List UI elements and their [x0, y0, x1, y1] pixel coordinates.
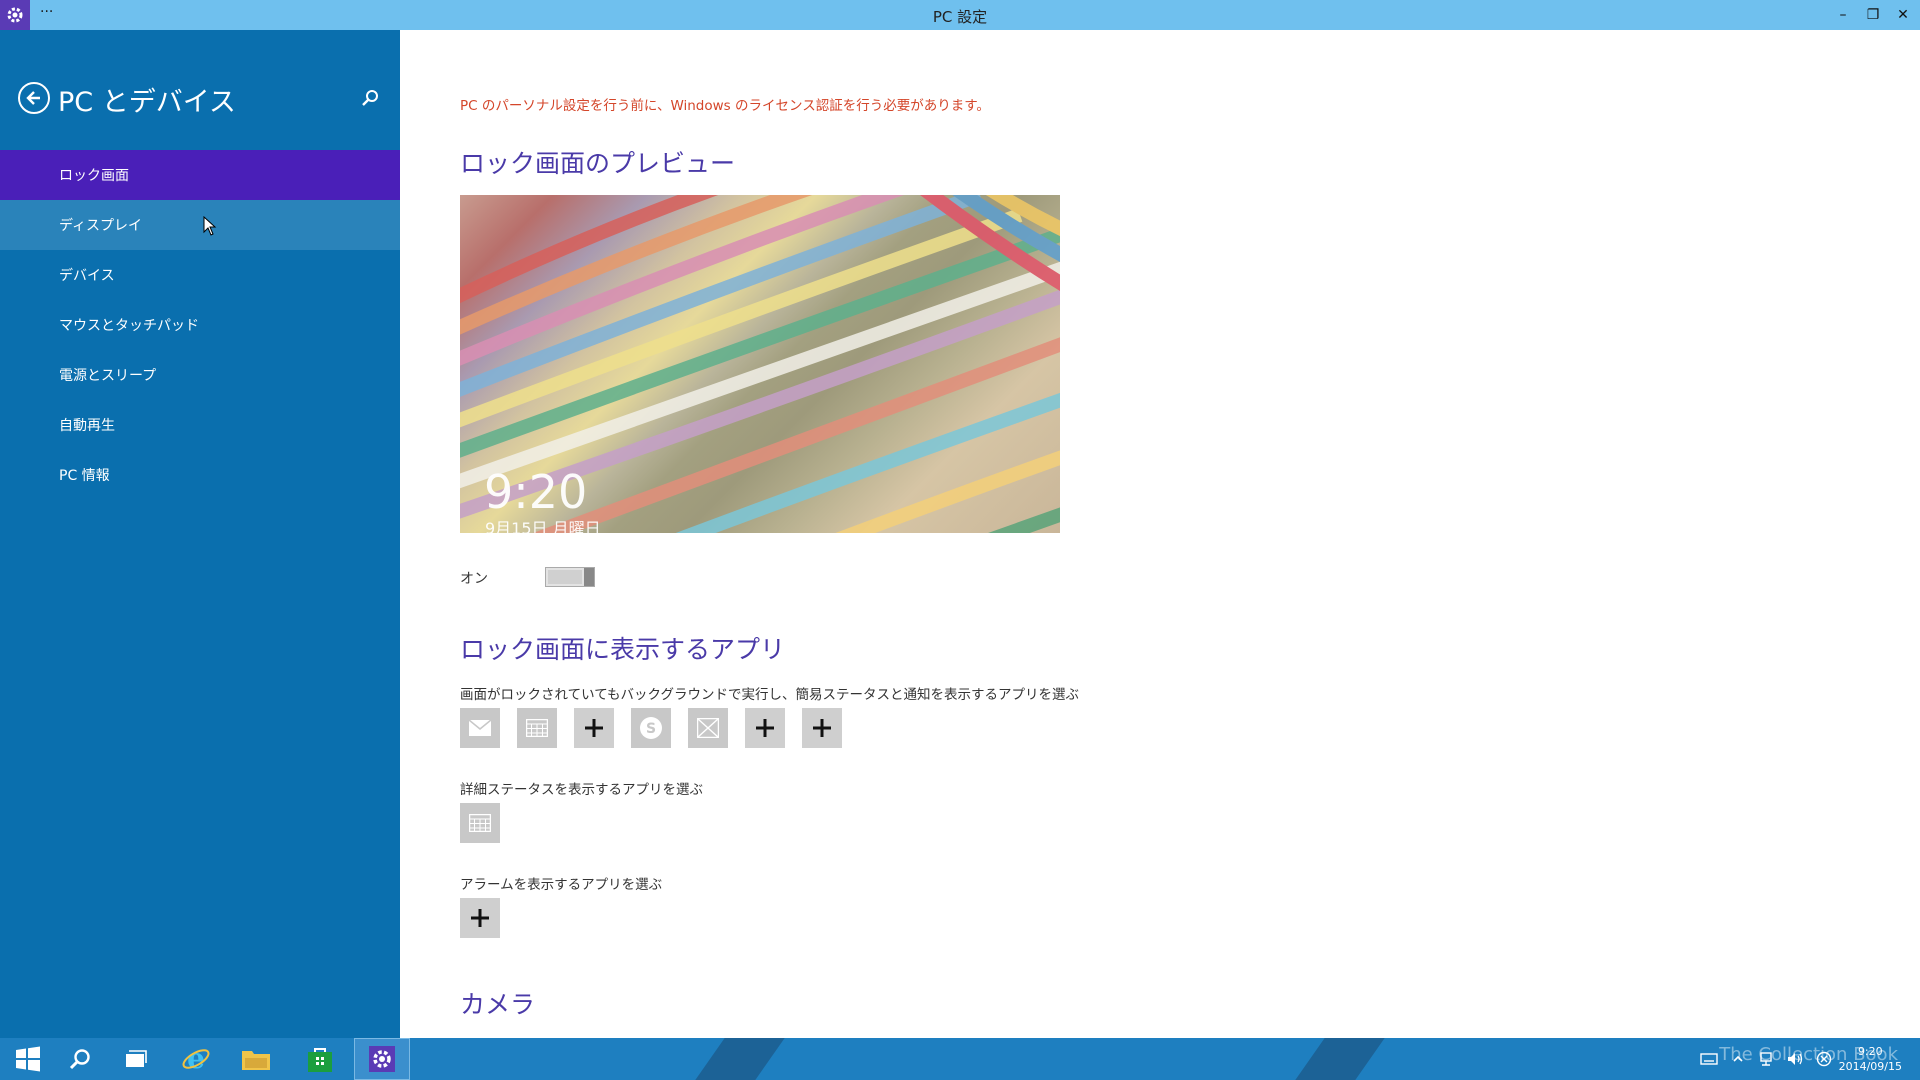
- start-button[interactable]: [0, 1038, 56, 1080]
- windows-logo-icon: [16, 1046, 40, 1072]
- sidebar-title: PC とデバイス: [58, 87, 236, 118]
- quick-app-slot-mail[interactable]: [460, 708, 500, 748]
- svg-text:e: e: [187, 1044, 205, 1074]
- system-tray: [1700, 1038, 1832, 1080]
- detailed-status-description: 詳細ステータスを表示するアプリを選ぶ: [460, 782, 703, 798]
- back-arrow-icon: [26, 91, 40, 105]
- alarm-app-slot-add[interactable]: [460, 898, 500, 938]
- sidebar-item-power-sleep[interactable]: 電源とスリープ: [0, 350, 400, 400]
- lock-screen-toggle[interactable]: [545, 567, 595, 587]
- taskbar-decoration: [695, 1038, 785, 1080]
- sidebar-item-autoplay[interactable]: 自動再生: [0, 400, 400, 450]
- plus-icon: [813, 719, 831, 737]
- quick-app-slot-add[interactable]: [745, 708, 785, 748]
- detailed-status-apps: [460, 803, 500, 843]
- sidebar-header: PC とデバイス: [0, 30, 400, 150]
- calendar-icon: [469, 814, 491, 832]
- taskbar-file-explorer[interactable]: [228, 1038, 284, 1080]
- task-view-button[interactable]: [108, 1038, 164, 1080]
- sidebar-item-label: PC 情報: [59, 468, 110, 484]
- clock-time: 9:20: [1857, 1045, 1883, 1058]
- sidebar-item-label: マウスとタッチパッド: [59, 318, 199, 334]
- settings-gear-icon: [369, 1046, 395, 1072]
- sidebar-item-mouse-touchpad[interactable]: マウスとタッチパッド: [0, 300, 400, 350]
- camera-heading: カメラ: [460, 990, 536, 1019]
- toggle-fill: [548, 570, 582, 584]
- taskbar-store[interactable]: [292, 1038, 348, 1080]
- sidebar-item-devices[interactable]: デバイス: [0, 250, 400, 300]
- slideshow-toggle-label: オン: [460, 571, 488, 587]
- action-center-icon[interactable]: [1816, 1051, 1832, 1067]
- preview-heading: ロック画面のプレビュー: [460, 149, 736, 178]
- clock-date: 2014/09/15: [1838, 1060, 1902, 1073]
- plus-icon: [585, 719, 603, 737]
- quick-app-slot-xbox[interactable]: [688, 708, 728, 748]
- close-button[interactable]: ✕: [1888, 0, 1918, 30]
- sidebar-item-label: ロック画面: [59, 168, 129, 184]
- calendar-icon: [526, 719, 548, 737]
- title-bar: ··· PC 設定 – ❐ ✕: [0, 0, 1920, 30]
- quick-status-apps: S: [460, 708, 842, 748]
- preview-time: 9:20: [484, 465, 588, 519]
- sidebar-item-pc-info[interactable]: PC 情報: [0, 450, 400, 500]
- lock-screen-preview: 9:20 9月15日 月曜日: [460, 195, 1060, 533]
- quick-app-slot-add[interactable]: [574, 708, 614, 748]
- detailed-app-slot-calendar[interactable]: [460, 803, 500, 843]
- mouse-cursor-icon: [203, 216, 217, 236]
- preview-date: 9月15日 月曜日: [485, 519, 601, 533]
- network-icon[interactable]: [1758, 1051, 1774, 1067]
- window-title: PC 設定: [932, 8, 988, 26]
- svg-text:S: S: [646, 721, 656, 737]
- taskbar-search-button[interactable]: [52, 1038, 108, 1080]
- minimize-button[interactable]: –: [1828, 0, 1858, 30]
- sidebar-item-display[interactable]: ディスプレイ: [0, 200, 400, 250]
- quick-app-slot-calendar[interactable]: [517, 708, 557, 748]
- sidebar-item-label: ディスプレイ: [59, 218, 143, 234]
- restore-button[interactable]: ❐: [1858, 0, 1888, 30]
- mail-icon: [469, 720, 491, 736]
- plus-icon: [756, 719, 774, 737]
- alarm-apps: [460, 898, 500, 938]
- skype-icon: S: [640, 717, 662, 739]
- quick-app-slot-add[interactable]: [802, 708, 842, 748]
- back-button[interactable]: [18, 82, 50, 114]
- sidebar-nav: ロック画面 ディスプレイ デバイス マウスとタッチパッド 電源とスリープ 自動再…: [0, 150, 400, 500]
- chevron-up-icon[interactable]: [1732, 1054, 1744, 1064]
- sidebar-item-lock-screen[interactable]: ロック画面: [0, 150, 400, 200]
- task-view-icon: [126, 1050, 147, 1067]
- toggle-thumb[interactable]: [584, 568, 594, 586]
- alarm-description: アラームを表示するアプリを選ぶ: [460, 877, 663, 893]
- activation-warning[interactable]: PC のパーソナル設定を行う前に、Windows のライセンス認証を行う必要があ…: [460, 94, 990, 114]
- quick-app-slot-skype[interactable]: S: [631, 708, 671, 748]
- quick-status-description: 画面がロックされていてもバックグラウンドで実行し、簡易ステータスと通知を表示する…: [460, 687, 1079, 703]
- taskbar-internet-explorer[interactable]: e: [168, 1038, 224, 1080]
- taskbar: e The Collection Book 9:20 2014/09/15: [0, 1038, 1920, 1080]
- taskbar-clock[interactable]: 9:20 2014/09/15: [1839, 1044, 1902, 1074]
- keyboard-icon[interactable]: [1700, 1052, 1718, 1066]
- xbox-icon: [697, 718, 719, 738]
- search-icon: [69, 1049, 90, 1070]
- internet-explorer-icon: e: [182, 1044, 210, 1074]
- taskbar-pc-settings[interactable]: [354, 1038, 410, 1080]
- sidebar-item-label: デバイス: [59, 268, 115, 284]
- main-content: PC のパーソナル設定を行う前に、Windows のライセンス認証を行う必要があ…: [400, 30, 1920, 1038]
- sidebar: PC とデバイス ロック画面 ディスプレイ デバイス マウスとタッチパッド 電源…: [0, 30, 400, 1038]
- store-bag-icon: [308, 1048, 332, 1072]
- plus-icon: [471, 909, 489, 927]
- volume-icon[interactable]: [1786, 1051, 1804, 1067]
- search-icon[interactable]: [360, 88, 380, 108]
- folder-icon: [242, 1051, 270, 1070]
- taskbar-decoration: [1295, 1038, 1385, 1080]
- apps-heading: ロック画面に表示するアプリ: [460, 635, 786, 664]
- sidebar-item-label: 自動再生: [59, 418, 115, 434]
- sidebar-item-label: 電源とスリープ: [59, 368, 157, 384]
